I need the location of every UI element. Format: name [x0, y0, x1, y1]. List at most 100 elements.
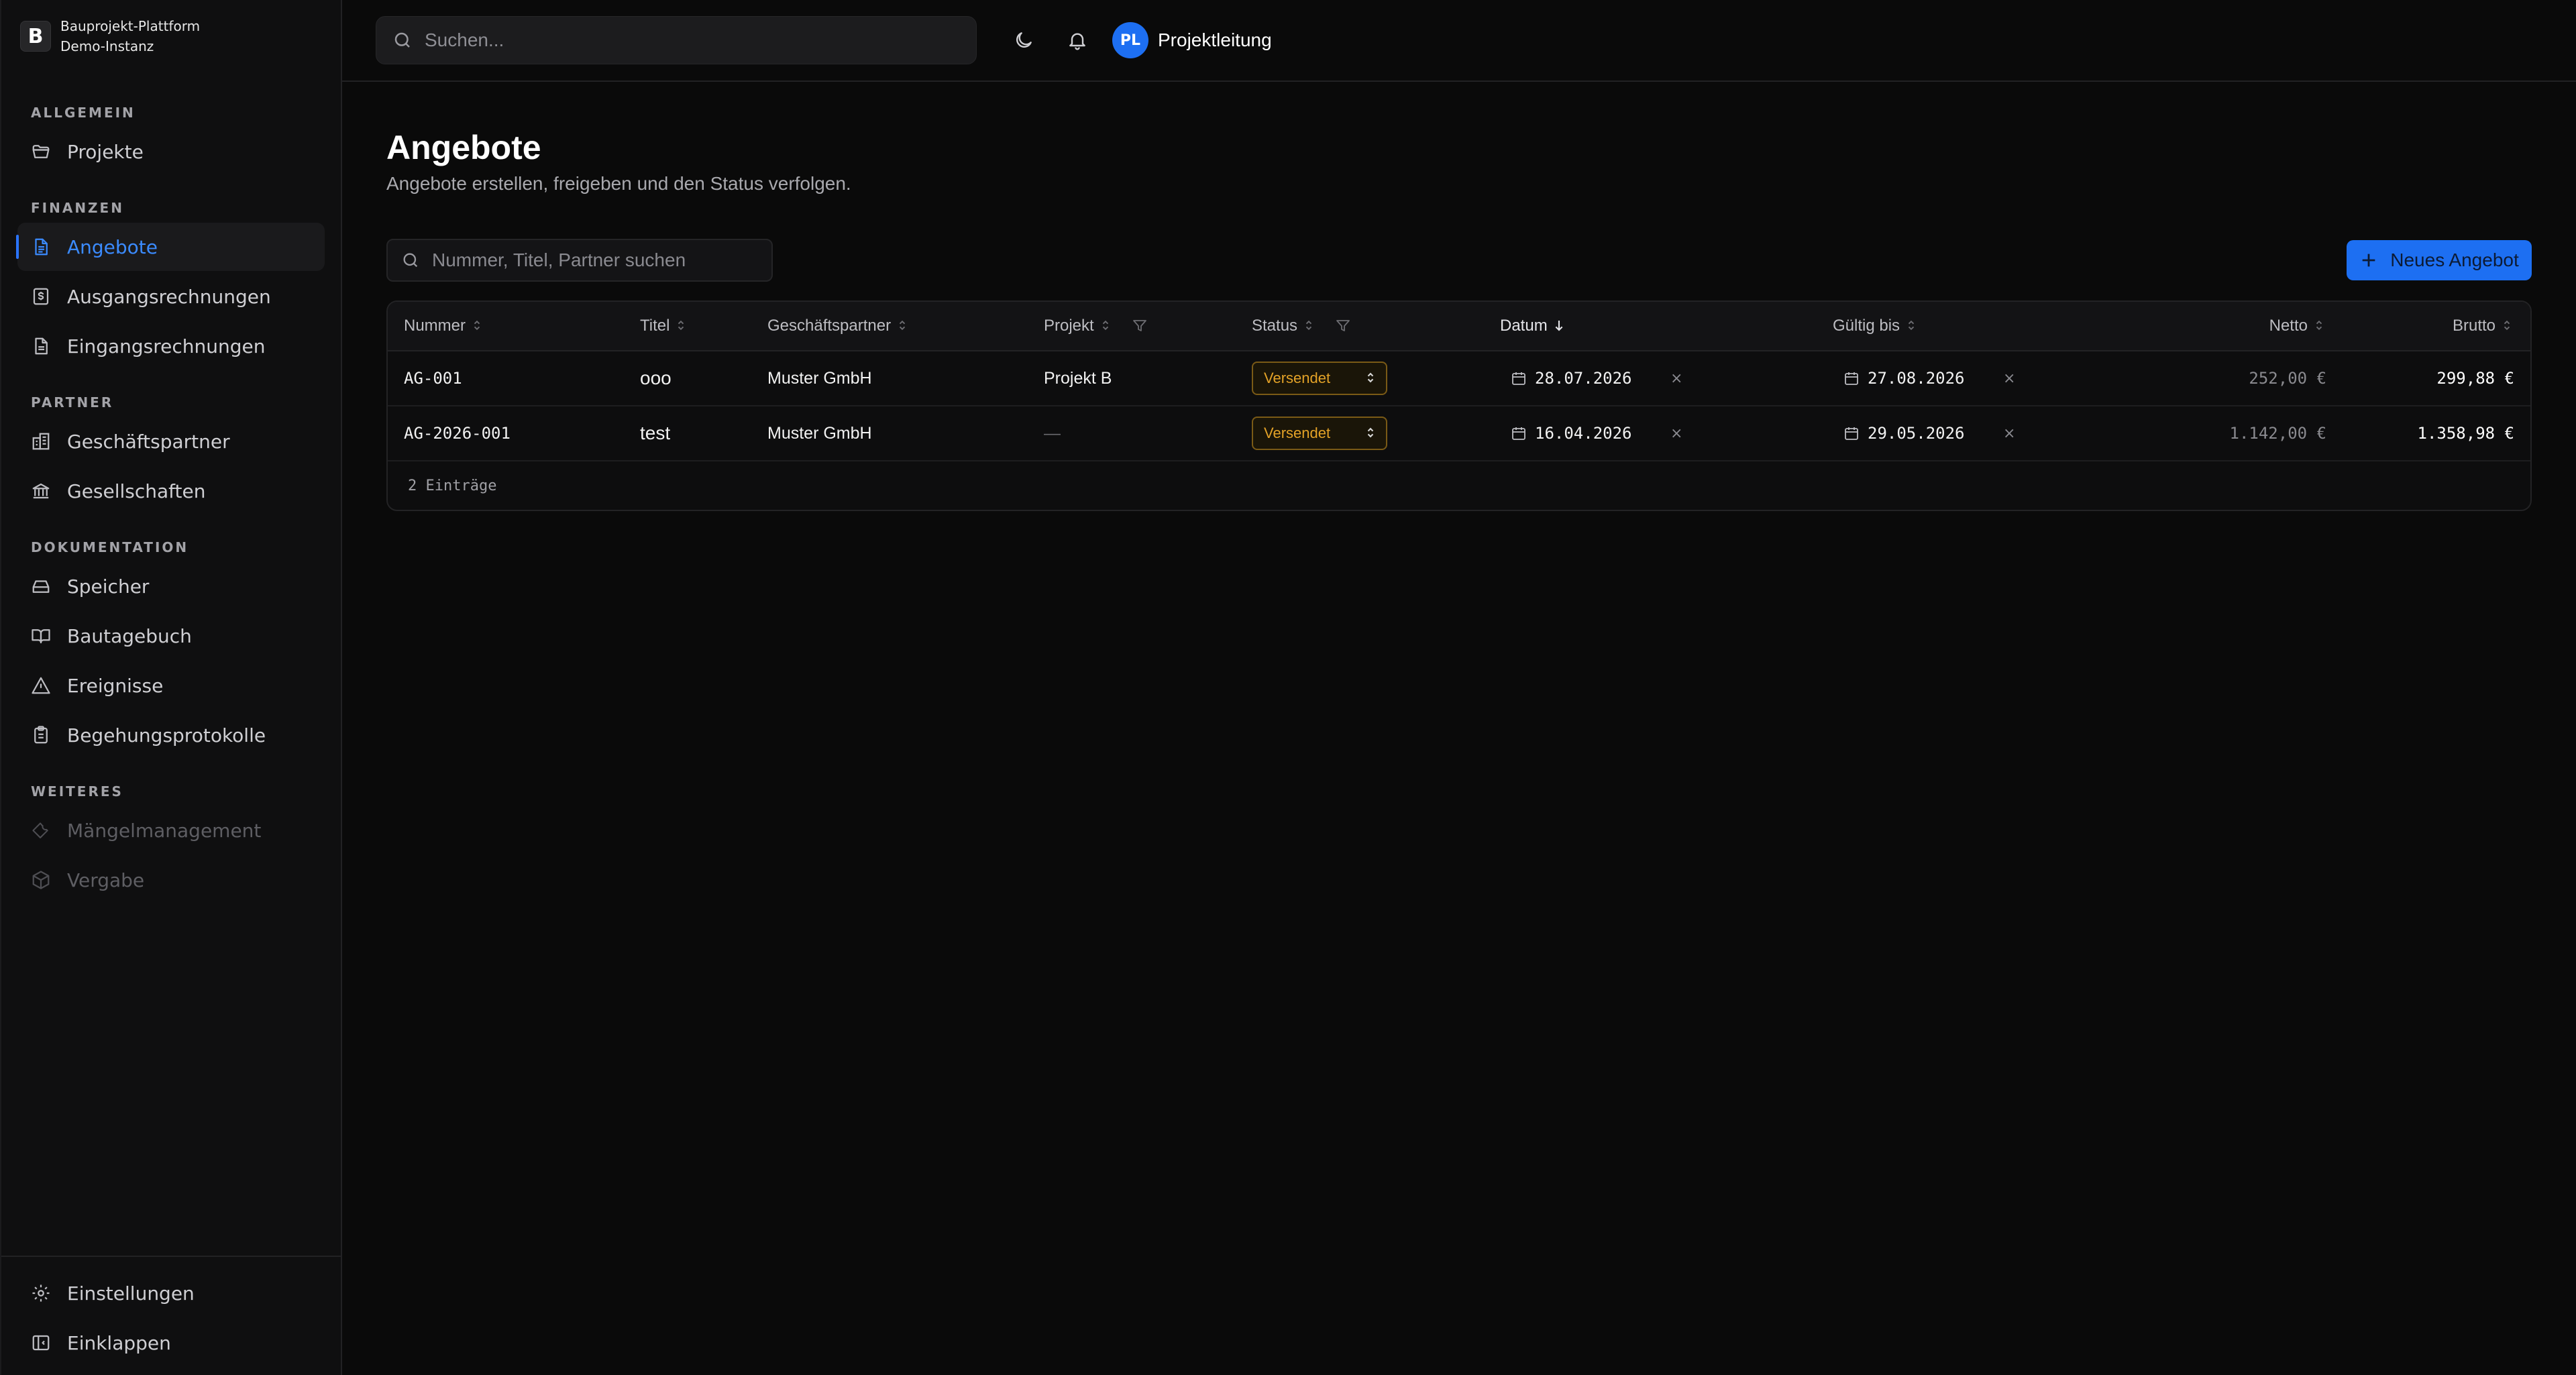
- sidebar-item-ereignisse[interactable]: Ereignisse: [17, 661, 325, 710]
- bank-icon: [31, 481, 51, 501]
- sidebar-item-label: Ausgangsrechnungen: [67, 285, 271, 308]
- sidebar-item-einklappen[interactable]: Einklappen: [17, 1319, 325, 1367]
- filter-icon[interactable]: [1335, 318, 1351, 334]
- cell-titel: ooo: [640, 368, 672, 388]
- column-label: Projekt: [1044, 317, 1094, 335]
- sidebar-item-begehungsprotokolle[interactable]: Begehungsprotokolle: [17, 711, 325, 759]
- cell-nummer: AG-2026-001: [404, 424, 511, 443]
- cell-brutto: 299,88 €: [2436, 369, 2514, 388]
- sidebar-item-angebote[interactable]: Angebote: [16, 223, 325, 271]
- section-finanzen: FINANZEN Angebote Ausgangsrechnungen Ein…: [16, 185, 325, 370]
- calendar-icon: [1511, 425, 1527, 441]
- sidebar-item-label: Vergabe: [67, 869, 145, 891]
- section-dokumentation: DOKUMENTATION Speicher Bautagebuch Ereig…: [17, 525, 325, 759]
- column-header-status[interactable]: Status: [1252, 302, 1351, 350]
- sidebar-item-label: Begehungsprotokolle: [67, 724, 266, 747]
- search-icon: [392, 30, 413, 50]
- sidebar-item-maengelmanagement: Mängelmanagement: [17, 806, 325, 855]
- cell-datum[interactable]: 28.07.2026: [1511, 351, 1632, 405]
- clear-valid-date-button[interactable]: ×: [2003, 406, 2015, 460]
- sidebar-item-bautagebuch[interactable]: Bautagebuch: [17, 612, 325, 660]
- column-header-geschaeftspartner[interactable]: Geschäftspartner: [767, 302, 910, 350]
- status-select[interactable]: Versendet: [1252, 417, 1387, 450]
- bell-icon[interactable]: [1063, 25, 1092, 55]
- book-icon: [31, 626, 51, 646]
- column-header-nummer[interactable]: Nummer: [404, 302, 484, 350]
- sidebar-item-label: Eingangsrechnungen: [67, 335, 266, 358]
- table-row[interactable]: AG-001 ooo Muster GmbH Projekt B Versend…: [388, 351, 2530, 406]
- new-offer-button-label: Neues Angebot: [2390, 250, 2519, 270]
- table-entry-count: 2 Einträge: [408, 477, 497, 494]
- clear-valid-date-button[interactable]: ×: [2003, 351, 2015, 405]
- user-name[interactable]: Projektleitung: [1158, 30, 1272, 51]
- new-offer-button[interactable]: Neues Angebot: [2347, 240, 2532, 280]
- search-icon: [401, 251, 420, 270]
- column-label: Nummer: [404, 317, 466, 335]
- cell-gueltig-bis[interactable]: 29.05.2026: [1843, 406, 1965, 460]
- sidebar-item-label: Angebote: [67, 235, 158, 258]
- sidebar-item-gesellschaften[interactable]: Gesellschaften: [17, 467, 325, 515]
- sidebar-item-label: Mängelmanagement: [67, 819, 262, 842]
- avatar[interactable]: PL: [1112, 22, 1148, 58]
- clear-date-button[interactable]: ×: [1670, 406, 1682, 460]
- sort-icon: [472, 319, 484, 333]
- column-header-gueltig-bis[interactable]: Gültig bis: [1833, 302, 1919, 350]
- column-header-brutto[interactable]: Brutto: [2453, 302, 2514, 350]
- sidebar-item-label: Ereignisse: [67, 674, 164, 697]
- arrow-down-icon: [1554, 319, 1566, 333]
- table-header: Nummer Titel Geschäftspartner Projekt St…: [388, 302, 2530, 351]
- section-title: PARTNER: [31, 394, 114, 410]
- column-label: Netto: [2269, 317, 2308, 335]
- column-label: Datum: [1500, 317, 1548, 335]
- sort-icon: [1101, 319, 1113, 333]
- column-header-titel[interactable]: Titel: [640, 302, 688, 350]
- settings-icon: [31, 1283, 51, 1303]
- date-value: 28.07.2026: [1535, 369, 1632, 388]
- moon-icon[interactable]: [1009, 25, 1038, 55]
- column-label: Status: [1252, 317, 1298, 335]
- sidebar-item-geschaeftspartner[interactable]: Geschäftspartner: [17, 417, 325, 465]
- cell-geschaeftspartner: Muster GmbH: [767, 368, 872, 388]
- topbar: PL Projektleitung: [342, 0, 2576, 82]
- brand-logo: B: [20, 21, 51, 52]
- sort-icon: [1907, 319, 1919, 333]
- column-label: Titel: [640, 317, 670, 335]
- section-title: DOKUMENTATION: [31, 539, 189, 555]
- column-header-datum[interactable]: Datum: [1500, 302, 1566, 350]
- sidebar-item-speicher[interactable]: Speicher: [17, 562, 325, 610]
- status-value: Versendet: [1264, 370, 1331, 386]
- filter-icon[interactable]: [1132, 318, 1148, 334]
- cell-gueltig-bis[interactable]: 27.08.2026: [1843, 351, 1965, 405]
- cell-status: Versendet: [1252, 351, 1387, 405]
- sidebar-nav: ALLGEMEIN Projekte FINANZEN Angebote Aus…: [1, 72, 341, 904]
- sort-icon: [2502, 319, 2514, 333]
- sidebar-item-ausgangsrechnungen[interactable]: Ausgangsrechnungen: [17, 272, 325, 321]
- sidebar-item-label: Speicher: [67, 575, 150, 598]
- cell-geschaeftspartner: Muster GmbH: [767, 423, 872, 443]
- clear-date-button[interactable]: ×: [1670, 351, 1682, 405]
- status-select[interactable]: Versendet: [1252, 362, 1387, 395]
- column-header-netto[interactable]: Netto: [2269, 302, 2326, 350]
- section-title: ALLGEMEIN: [31, 105, 136, 121]
- cell-datum[interactable]: 16.04.2026: [1511, 406, 1632, 460]
- calendar-icon: [1843, 425, 1860, 441]
- global-search-input[interactable]: [425, 30, 976, 51]
- sidebar: B Bauprojekt-Plattform Demo-Instanz ALLG…: [0, 0, 342, 1375]
- sidebar-item-einstellungen[interactable]: Einstellungen: [17, 1269, 325, 1317]
- wrench-icon: [31, 820, 51, 840]
- status-value: Versendet: [1264, 425, 1331, 441]
- cell-nummer: AG-001: [404, 369, 462, 388]
- cell-netto: 252,00 €: [2249, 369, 2326, 388]
- global-search[interactable]: [376, 16, 977, 64]
- brand[interactable]: B Bauprojekt-Plattform Demo-Instanz: [1, 0, 341, 72]
- table-search-input[interactable]: [432, 250, 771, 271]
- sidebar-item-projekte[interactable]: Projekte: [17, 127, 325, 176]
- file-text-icon: [31, 237, 51, 257]
- cell-titel: test: [640, 423, 671, 443]
- column-header-projekt[interactable]: Projekt: [1044, 302, 1148, 350]
- table-row[interactable]: AG-2026-001 test Muster GmbH — Versendet…: [388, 406, 2530, 461]
- sidebar-item-label: Gesellschaften: [67, 480, 206, 502]
- section-partner: PARTNER Geschäftspartner Gesellschaften: [17, 380, 325, 515]
- sidebar-item-eingangsrechnungen[interactable]: Eingangsrechnungen: [17, 322, 325, 370]
- table-search[interactable]: [386, 239, 773, 282]
